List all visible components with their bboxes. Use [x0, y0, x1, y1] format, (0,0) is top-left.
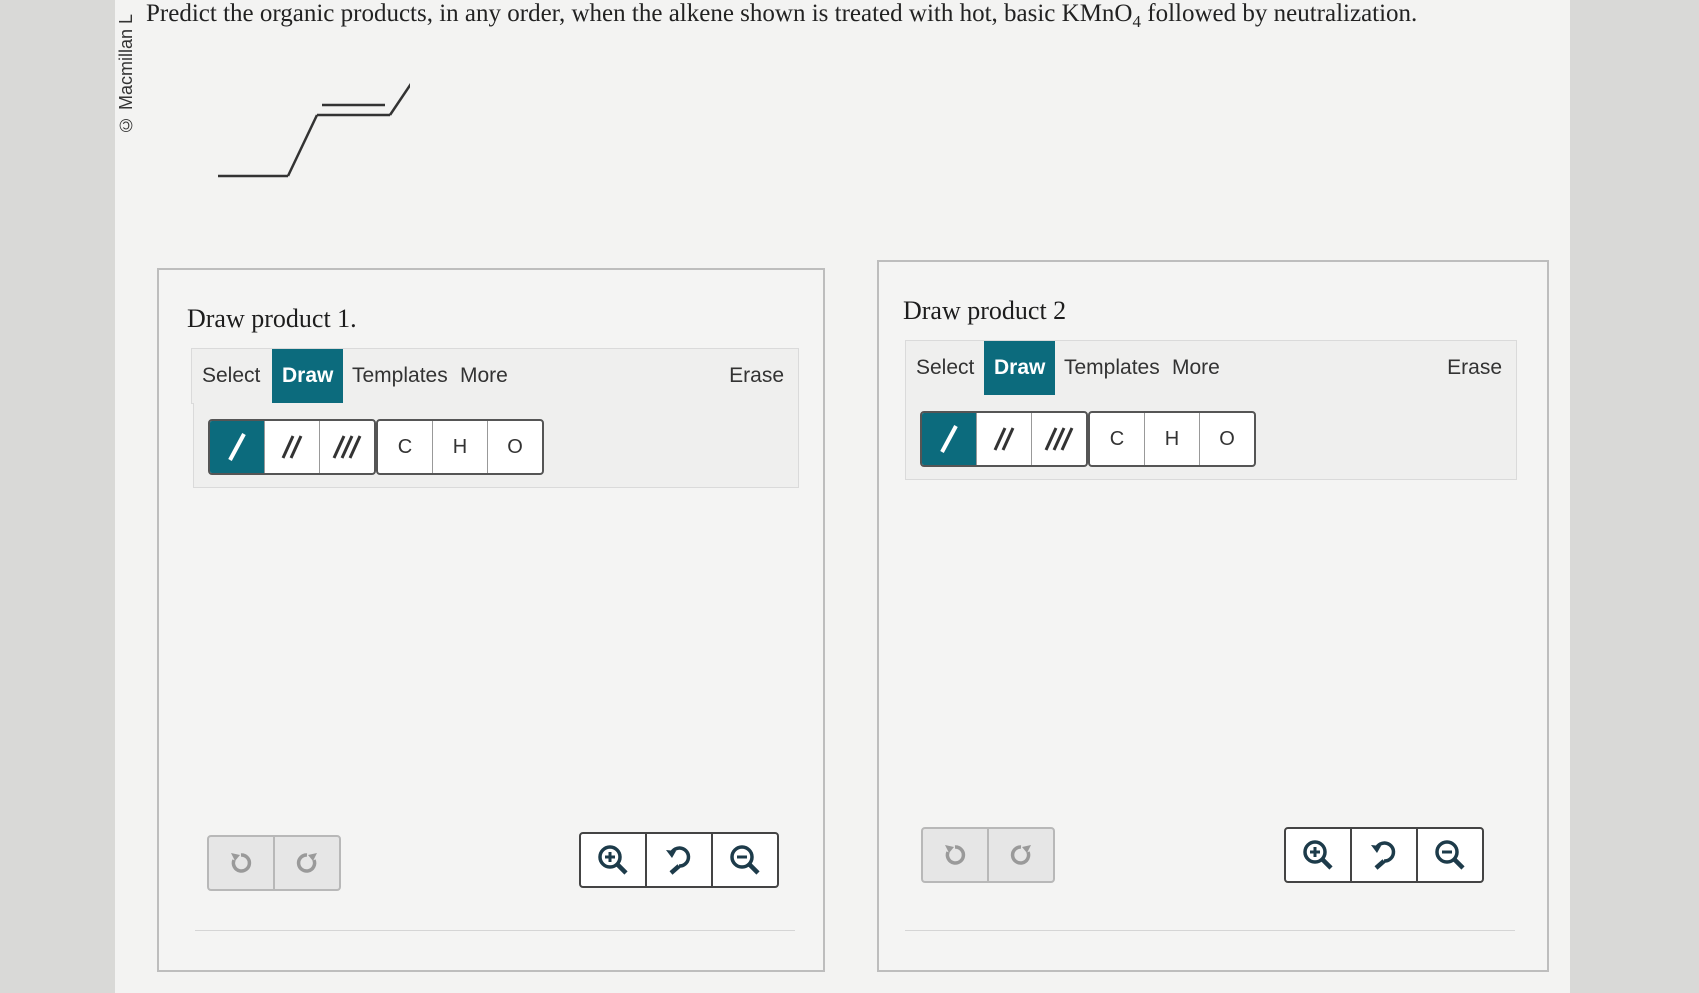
zoom-out-button[interactable]: [1418, 829, 1482, 881]
atom-h-button[interactable]: H: [433, 421, 488, 473]
undo-redo-group: [207, 835, 341, 891]
zoom-reset-icon: [1371, 841, 1396, 870]
zoom-out-icon: [1435, 840, 1465, 870]
bond-buttons: [920, 411, 1088, 467]
redo-button[interactable]: [989, 829, 1053, 881]
triple-bond-icon: [332, 435, 362, 459]
atom-buttons: C H O: [1088, 411, 1256, 467]
tab-more[interactable]: More: [1162, 341, 1230, 395]
tab-templates[interactable]: Templates: [1054, 341, 1170, 395]
zoom-in-button[interactable]: [581, 834, 647, 886]
question-text: Predict the organic products, in any ord…: [146, 0, 1566, 32]
tab-templates[interactable]: Templates: [342, 349, 458, 403]
zoom-reset-button[interactable]: [647, 834, 713, 886]
erase-button[interactable]: Erase: [1437, 341, 1512, 395]
zoom-group: [579, 832, 779, 888]
zoom-in-icon: [1303, 840, 1333, 870]
zoom-in-icon: [598, 845, 628, 875]
alkene-structure: [218, 83, 410, 178]
bond-buttons: [208, 419, 376, 475]
redo-icon: [1010, 845, 1031, 865]
tab-select[interactable]: Select: [906, 341, 984, 395]
zoom-reset-icon: [666, 846, 691, 875]
tool-row: C H O: [905, 395, 1517, 480]
atom-o-button[interactable]: O: [488, 421, 542, 473]
undo-icon: [945, 845, 966, 865]
undo-redo-group: [921, 827, 1055, 883]
redo-button[interactable]: [275, 837, 339, 889]
product-2-panel: Draw product 2 Select Draw Templates Mor…: [877, 260, 1549, 972]
zoom-group: [1284, 827, 1484, 883]
zoom-reset-button[interactable]: [1352, 829, 1418, 881]
double-bond-icon: [281, 435, 303, 459]
atom-o-button[interactable]: O: [1200, 413, 1254, 465]
draw-toolbar: Select Draw Templates More Erase: [905, 340, 1517, 396]
single-bond-button[interactable]: [210, 421, 265, 473]
single-bond-button[interactable]: [922, 413, 977, 465]
zoom-out-icon: [730, 845, 760, 875]
tab-draw[interactable]: Draw: [984, 341, 1056, 395]
draw-toolbar: Select Draw Templates More Erase: [191, 348, 799, 404]
undo-button[interactable]: [209, 837, 275, 889]
tool-row: C H O: [193, 403, 799, 488]
erase-button[interactable]: Erase: [719, 349, 794, 403]
tab-draw[interactable]: Draw: [272, 349, 344, 403]
copyright-text: © Macmillan L: [116, 13, 136, 135]
triple-bond-button[interactable]: [1032, 413, 1086, 465]
undo-button[interactable]: [923, 829, 989, 881]
redo-icon: [296, 853, 317, 873]
double-bond-button[interactable]: [265, 421, 320, 473]
double-bond-icon: [993, 427, 1015, 451]
product-1-panel: Draw product 1. Select Draw Templates Mo…: [157, 268, 825, 972]
atom-c-button[interactable]: C: [378, 421, 433, 473]
zoom-out-button[interactable]: [713, 834, 777, 886]
panel-title: Draw product 1.: [187, 304, 357, 333]
divider: [195, 930, 795, 931]
question-text-end: followed by neutralization.: [1141, 0, 1418, 27]
question-text-main: Predict the organic products, in any ord…: [146, 0, 1133, 27]
divider: [905, 930, 1515, 931]
single-bond-icon: [228, 433, 246, 461]
double-bond-button[interactable]: [977, 413, 1032, 465]
atom-h-button[interactable]: H: [1145, 413, 1200, 465]
zoom-in-button[interactable]: [1286, 829, 1352, 881]
atom-buttons: C H O: [376, 419, 544, 475]
undo-icon: [231, 853, 252, 873]
atom-c-button[interactable]: C: [1090, 413, 1145, 465]
question-subscript: 4: [1132, 12, 1142, 31]
tab-select[interactable]: Select: [192, 349, 270, 403]
panel-title: Draw product 2: [903, 296, 1067, 325]
triple-bond-icon: [1044, 427, 1074, 451]
single-bond-icon: [940, 425, 958, 453]
tab-more[interactable]: More: [450, 349, 518, 403]
triple-bond-button[interactable]: [320, 421, 374, 473]
